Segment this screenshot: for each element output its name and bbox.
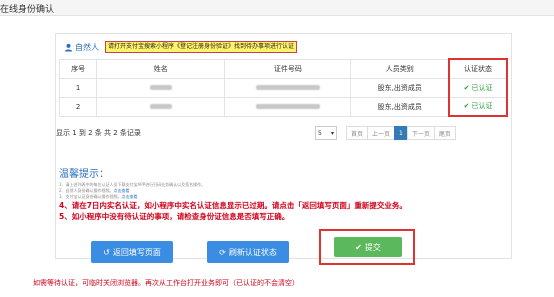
refresh-button-label: 刷新认证状态 — [228, 247, 277, 257]
first-page-button[interactable]: 首页 — [346, 126, 369, 140]
cell-id-redacted — [224, 77, 352, 98]
caret-down-icon: ▾ — [330, 129, 334, 137]
page-size-value: 5 — [318, 129, 322, 137]
tip-warning: 4、请在7日内实名认证，如小程序中实名认证信息显示已过期。请点击「返回填写页面」… — [59, 201, 407, 210]
col-header-name: 姓名 — [96, 58, 226, 79]
current-page-button[interactable]: 1 — [394, 126, 408, 140]
footer-warning: 如需等待认证，可临时关闭浏览器。再次从工作台打开业务即可（已认证的不会清空） — [33, 279, 299, 287]
tip-warning: 5、如小程序中没有待认证的事项，请检查身份证信息是否填写正确。 — [59, 212, 290, 221]
col-header-status: 认证状态 — [448, 58, 508, 79]
notice-text: 请打开支付宝搜索小程序《登记注册身份验证》找到待办事项进行认证 — [105, 41, 298, 53]
col-header-category: 人员类别 — [350, 58, 450, 79]
refresh-icon: ⟳ — [219, 247, 226, 257]
notice-bar: 自然人 请打开支付宝搜索小程序《登记注册身份验证》找到待办事项进行认证 — [64, 41, 298, 53]
cell-id-redacted — [224, 96, 352, 117]
cell-no: 2 — [58, 96, 98, 117]
title-bar: 在线身份确认 — [0, 0, 554, 16]
next-page-button[interactable]: 下一页 — [406, 126, 435, 140]
submit-button-label: 提交 — [364, 242, 381, 252]
undo-icon: ↺ — [103, 247, 110, 257]
page-title: 在线身份确认 — [0, 5, 55, 15]
person-table: 序号 姓名 证件号码 人员类别 认证状态 1 股东,出资成员 ✔ 已认证 2 股东… — [58, 58, 508, 117]
video-link[interactable]: 点击查看 — [114, 188, 130, 193]
status-text: 已认证 — [471, 102, 493, 111]
tips-title: 温馨提示： — [59, 169, 109, 180]
cell-category: 股东,出资成员 — [350, 96, 450, 117]
table-header-row: 序号 姓名 证件号码 人员类别 认证状态 — [58, 58, 508, 79]
pagination-info: 显示 1 到 2 条 共 2 条记录 — [56, 129, 141, 137]
check-icon: ✔ — [355, 242, 362, 252]
page-size-select[interactable]: 5 ▾ — [315, 126, 337, 140]
col-header-id: 证件号码 — [224, 58, 352, 79]
cell-name-redacted — [96, 96, 226, 117]
pagination: 5 ▾ 首页 上一页 1 下一页 尾页 — [315, 126, 456, 140]
cell-status: ✔ 已认证 — [448, 96, 508, 117]
table-row: 2 股东,出资成员 ✔ 已认证 — [58, 96, 508, 117]
last-page-button[interactable]: 尾页 — [433, 126, 456, 140]
back-button-label: 返回填写页面 — [112, 247, 161, 257]
back-to-form-button[interactable]: ↺ 返回填写页面 — [91, 241, 173, 263]
col-header-no: 序号 — [58, 58, 98, 79]
check-icon: ✔ — [463, 83, 470, 92]
identity-panel: 自然人 请打开支付宝搜索小程序《登记注册身份验证》找到待办事项进行认证 序号 姓… — [55, 33, 512, 259]
cell-no: 1 — [58, 77, 98, 98]
cell-status: ✔ 已认证 — [448, 77, 508, 98]
cell-category: 股东,出资成员 — [350, 77, 450, 98]
cell-name-redacted — [96, 77, 226, 98]
table-row: 1 股东,出资成员 ✔ 已认证 — [58, 77, 508, 98]
user-icon — [64, 43, 73, 52]
status-text: 已认证 — [471, 83, 493, 92]
video-link[interactable]: 点击查看 — [122, 194, 138, 199]
tips-section: 温馨提示： 1、请上述列表中的每位认证人员下载支付宝APP进行扫码业务确认以及签… — [59, 165, 507, 222]
refresh-status-button[interactable]: ⟳ 刷新认证状态 — [207, 241, 289, 263]
person-tag: 自然人 — [64, 42, 99, 53]
submit-button[interactable]: ✔ 提交 — [334, 237, 402, 257]
person-label: 自然人 — [75, 42, 99, 52]
prev-page-button[interactable]: 上一页 — [367, 126, 396, 140]
check-icon: ✔ — [463, 102, 470, 111]
